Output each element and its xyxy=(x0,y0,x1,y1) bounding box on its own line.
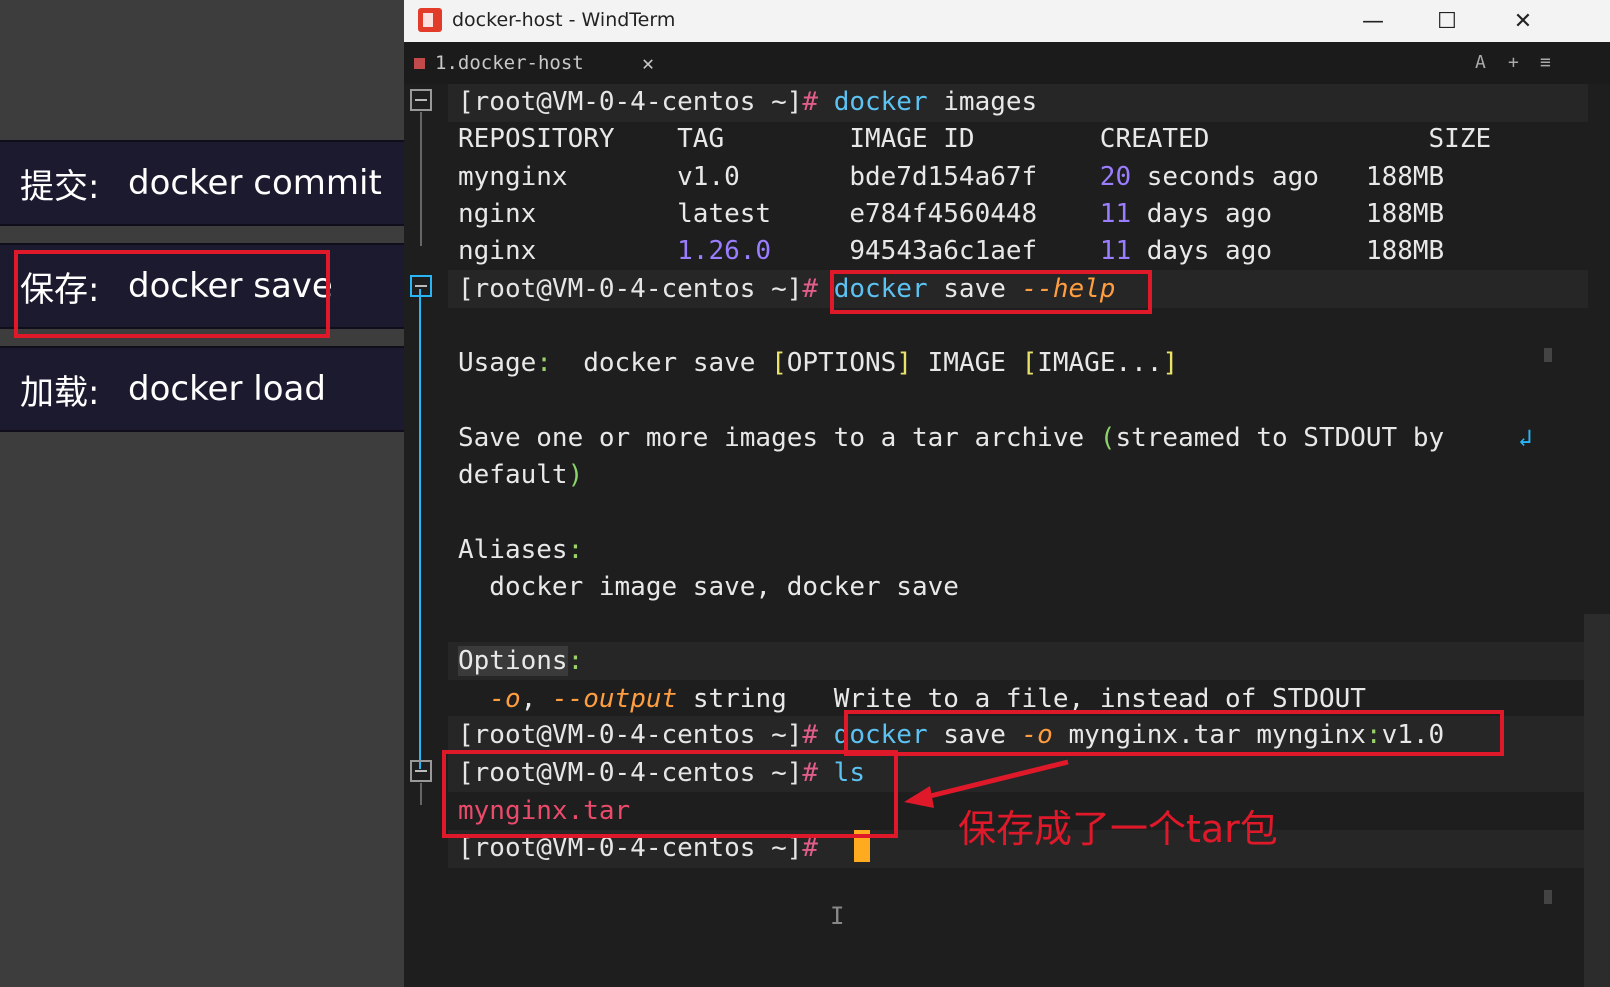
annotation-arrow xyxy=(904,759,1069,808)
annotation-text: 保存成了一个tar包 xyxy=(958,807,1278,851)
